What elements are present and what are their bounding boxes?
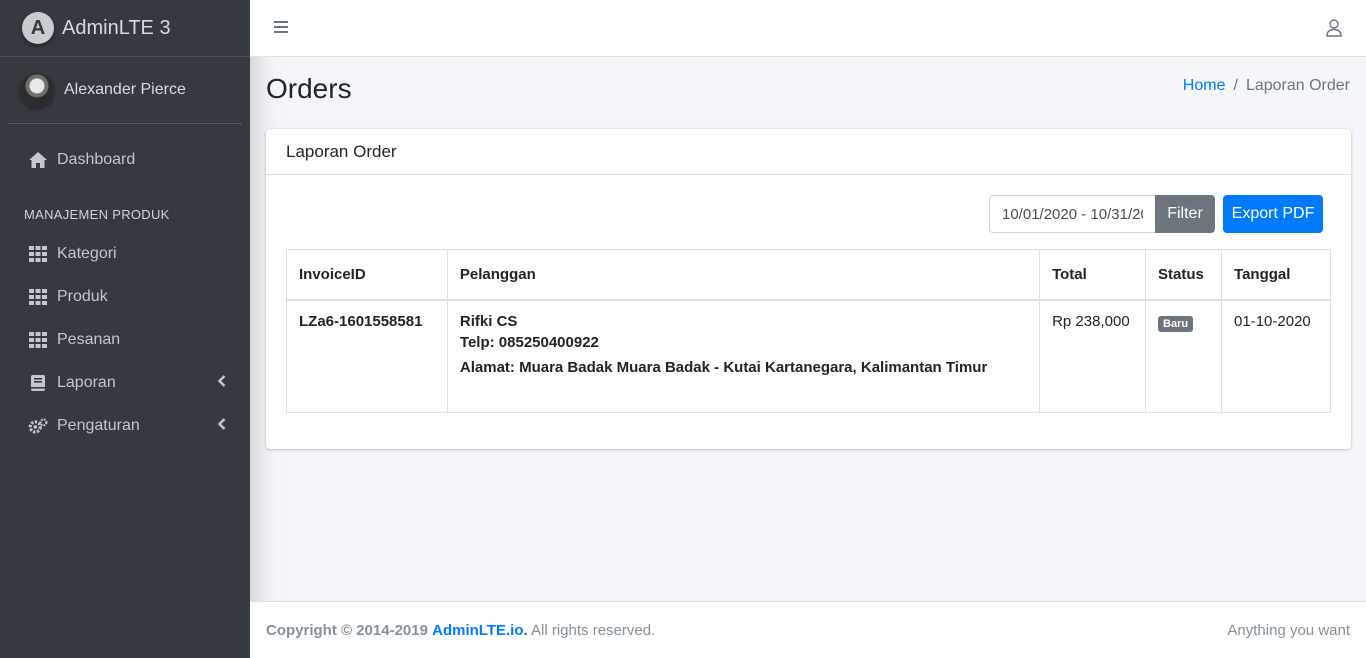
footer-adminlte-link[interactable]: AdminLTE.io. — [432, 622, 528, 639]
customer-address: Alamat: Muara Badak Muara Badak - Kutai … — [459, 358, 988, 376]
sidebar-item-kategori[interactable]: Kategori — [0, 232, 250, 275]
brand-link[interactable]: A AdminLTE 3 — [0, 0, 250, 57]
user-name[interactable]: Alexander Pierce — [64, 81, 186, 99]
user-icon[interactable] — [1326, 19, 1342, 42]
brand-logo-icon: A — [22, 12, 54, 44]
sidebar-item-label: Kategori — [57, 244, 117, 262]
column-header-status: Status — [1145, 249, 1223, 301]
user-panel[interactable]: Alexander Pierce — [8, 57, 242, 124]
table-header-row: InvoiceID Pelanggan Total Status Tanggal — [286, 249, 1331, 301]
customer-phone: Telp: 085250400922 — [459, 333, 599, 351]
grid-icon — [28, 288, 48, 305]
hamburger-icon[interactable] — [274, 21, 288, 35]
sidebar-section-header: MANAJEMEN PRODUK — [24, 207, 170, 222]
report-card: Laporan Order Filter Export PDF InvoiceI… — [266, 129, 1351, 449]
footer-rights: All rights reserved. — [531, 622, 656, 639]
breadcrumb-home-link[interactable]: Home — [1183, 77, 1226, 94]
breadcrumb: Home / Laporan Order — [1183, 77, 1350, 95]
grid-icon — [28, 245, 48, 262]
brand-text: AdminLTE 3 — [62, 16, 171, 39]
sidebar-item-label: Dashboard — [57, 150, 136, 168]
home-icon — [28, 151, 48, 169]
sidebar-item-pesanan[interactable]: Pesanan — [0, 318, 250, 361]
breadcrumb-current: Laporan Order — [1245, 77, 1350, 94]
card-title: Laporan Order — [266, 129, 1351, 175]
status-cell: Baru — [1145, 299, 1223, 413]
customer-name: Rifki CS — [459, 312, 518, 330]
main-sidebar: A AdminLTE 3 Alexander Pierce Dashboard … — [0, 0, 250, 658]
customer-cell: Rifki CS Telp: 085250400922 Alamat: Muar… — [446, 299, 1041, 413]
main-footer: Copyright © 2014-2019 AdminLTE.io. All r… — [250, 601, 1366, 658]
sidebar-item-label: Laporan — [57, 373, 116, 391]
filter-button[interactable]: Filter — [1155, 195, 1215, 233]
status-badge: Baru — [1158, 315, 1194, 332]
column-header-total: Total — [1039, 249, 1147, 301]
column-header-pelanggan: Pelanggan — [446, 249, 1041, 301]
top-navbar — [250, 0, 1366, 57]
sidebar-item-pengaturan[interactable]: Pengaturan — [0, 404, 250, 447]
avatar — [20, 73, 54, 107]
sidebar-item-label: Pengaturan — [57, 416, 140, 434]
sidebar-nav: Dashboard MANAJEMEN PRODUK Kategori Prod… — [0, 138, 250, 447]
column-header-tanggal: Tanggal — [1221, 249, 1331, 301]
footer-copyright: Copyright © 2014-2019 — [266, 622, 428, 639]
invoice-id: LZa6-1601558581 — [286, 299, 448, 413]
chevron-left-icon — [217, 374, 226, 392]
book-icon — [28, 374, 48, 392]
page-title: Orders — [266, 73, 352, 104]
table-row: LZa6-1601558581 Rifki CS Telp: 085250400… — [286, 299, 1331, 413]
sidebar-item-label: Produk — [57, 287, 108, 305]
export-pdf-button[interactable]: Export PDF — [1223, 195, 1323, 233]
grid-icon — [28, 331, 48, 348]
cogs-icon — [28, 417, 48, 435]
order-date: 01-10-2020 — [1221, 299, 1331, 413]
filter-toolbar: Filter Export PDF — [989, 195, 1323, 233]
sidebar-item-produk[interactable]: Produk — [0, 275, 250, 318]
sidebar-item-dashboard[interactable]: Dashboard — [0, 138, 250, 181]
sidebar-item-label: Pesanan — [57, 330, 121, 348]
orders-table: InvoiceID Pelanggan Total Status Tanggal… — [286, 249, 1331, 413]
column-header-invoice: InvoiceID — [286, 249, 448, 301]
breadcrumb-separator: / — [1233, 77, 1238, 94]
chevron-left-icon — [217, 417, 226, 435]
date-range-input[interactable] — [989, 195, 1155, 233]
footer-right-text: Anything you want — [1227, 622, 1350, 639]
order-total: Rp 238,000 — [1039, 299, 1147, 413]
sidebar-item-laporan[interactable]: Laporan — [0, 361, 250, 404]
